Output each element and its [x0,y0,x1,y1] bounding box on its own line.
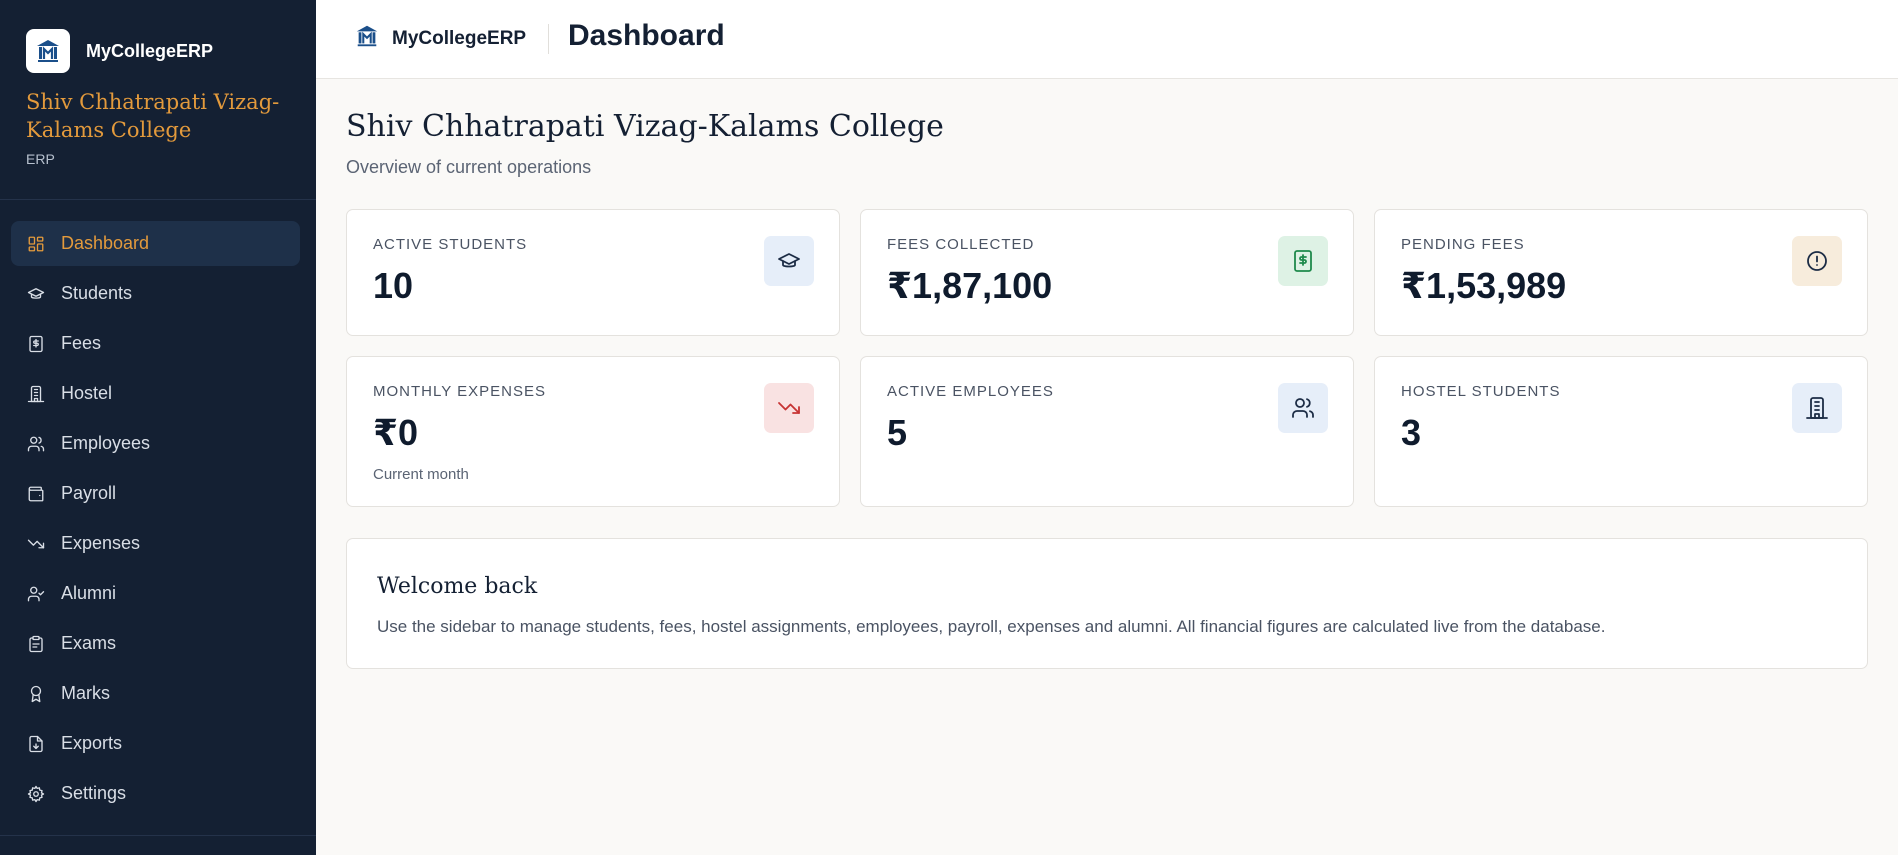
sidebar-divider [0,835,316,836]
user-check-icon [27,585,45,603]
stat-card-active-students: ACTIVE STUDENTS 10 [346,209,840,336]
sidebar-item-fees[interactable]: Fees [11,321,300,366]
users-icon [27,435,45,453]
clipboard-icon [27,635,45,653]
stat-label: MONTHLY EXPENSES [373,383,546,400]
stat-card-monthly-expenses: MONTHLY EXPENSES ₹0 Current month [346,356,840,507]
sidebar-divider [0,199,316,200]
sidebar-item-settings[interactable]: Settings [11,771,300,816]
sidebar-item-label: Hostel [61,383,113,403]
building-icon [1792,383,1842,433]
sidebar-item-alumni[interactable]: Alumni [11,571,300,616]
dashboard-icon [27,235,45,253]
stat-value: 3 [1401,412,1422,453]
sidebar-nav: Dashboard Students Fees Hostel Employees [11,221,300,821]
sidebar-brand-name: MyCollegeERP [86,40,214,61]
file-download-icon [27,735,45,753]
sidebar-item-label: Students [61,283,133,303]
page-header-title: Dashboard [568,19,725,52]
sidebar-item-exports[interactable]: Exports [11,721,300,766]
college-logo-icon [354,22,380,55]
page-subtitle: Overview of current operations [346,157,592,177]
sidebar-item-dashboard[interactable]: Dashboard [11,221,300,266]
stat-value: ₹1,87,100 [887,265,1053,306]
stat-value: 10 [373,265,414,306]
sidebar-item-hostel[interactable]: Hostel [11,371,300,416]
graduation-cap-icon [27,285,45,303]
receipt-icon [1278,236,1328,286]
stat-note: Current month [373,466,469,483]
sidebar: MyCollegeERP Shiv Chhatrapati Vizag-Kala… [0,0,316,855]
stat-label: ACTIVE STUDENTS [373,236,528,253]
building-icon [27,385,45,403]
sidebar-item-expenses[interactable]: Expenses [11,521,300,566]
topbar-divider [548,24,549,54]
receipt-icon [27,335,45,353]
sidebar-college-sub: ERP [26,151,55,167]
graduation-cap-icon [764,236,814,286]
page-title: Shiv Chhatrapati Vizag-Kalams College [346,109,944,144]
alert-circle-icon [1792,236,1842,286]
welcome-title: Welcome back [377,574,538,599]
topbar-brand[interactable]: MyCollegeERP [354,22,526,55]
sidebar-item-label: Employees [61,433,151,453]
sidebar-item-label: Dashboard [61,233,150,253]
sidebar-item-label: Settings [61,783,127,803]
trending-down-icon [764,383,814,433]
sidebar-item-label: Expenses [61,533,141,553]
sidebar-item-label: Payroll [61,483,117,503]
sidebar-brand[interactable]: MyCollegeERP [26,29,213,73]
stat-label: PENDING FEES [1401,236,1525,253]
stat-value: 5 [887,412,908,453]
sidebar-item-label: Fees [61,333,102,353]
sidebar-item-employees[interactable]: Employees [11,421,300,466]
gear-icon [27,785,45,803]
welcome-card: Welcome back Use the sidebar to manage s… [346,538,1868,669]
users-icon [1278,383,1328,433]
stat-value: ₹0 [373,412,419,453]
stat-card-active-employees: ACTIVE EMPLOYEES 5 [860,356,1354,507]
stat-value: ₹1,53,989 [1401,265,1567,306]
sidebar-college-name: Shiv Chhatrapati Vizag-Kalams College [26,90,280,142]
stat-label: FEES COLLECTED [887,236,1035,253]
sidebar-item-marks[interactable]: Marks [11,671,300,716]
welcome-text: Use the sidebar to manage students, fees… [377,617,1606,636]
topbar-brand-name: MyCollegeERP [392,27,527,49]
stat-card-hostel-students: HOSTEL STUDENTS 3 [1374,356,1868,507]
college-logo-icon [26,29,70,73]
sidebar-item-label: Alumni [61,583,117,603]
sidebar-item-students[interactable]: Students [11,271,300,316]
sidebar-item-payroll[interactable]: Payroll [11,471,300,516]
stat-card-fees-collected: FEES COLLECTED ₹1,87,100 [860,209,1354,336]
sidebar-item-label: Marks [61,683,110,703]
stat-label: ACTIVE EMPLOYEES [887,383,1054,400]
wallet-icon [27,485,45,503]
sidebar-item-label: Exports [61,733,123,753]
sidebar-item-label: Exams [61,633,117,653]
stat-label: HOSTEL STUDENTS [1401,383,1561,400]
topbar: MyCollegeERP Dashboard [316,0,1898,79]
trending-down-icon [27,535,45,553]
stat-card-pending-fees: PENDING FEES ₹1,53,989 [1374,209,1868,336]
award-icon [27,685,45,703]
sidebar-item-exams[interactable]: Exams [11,621,300,666]
